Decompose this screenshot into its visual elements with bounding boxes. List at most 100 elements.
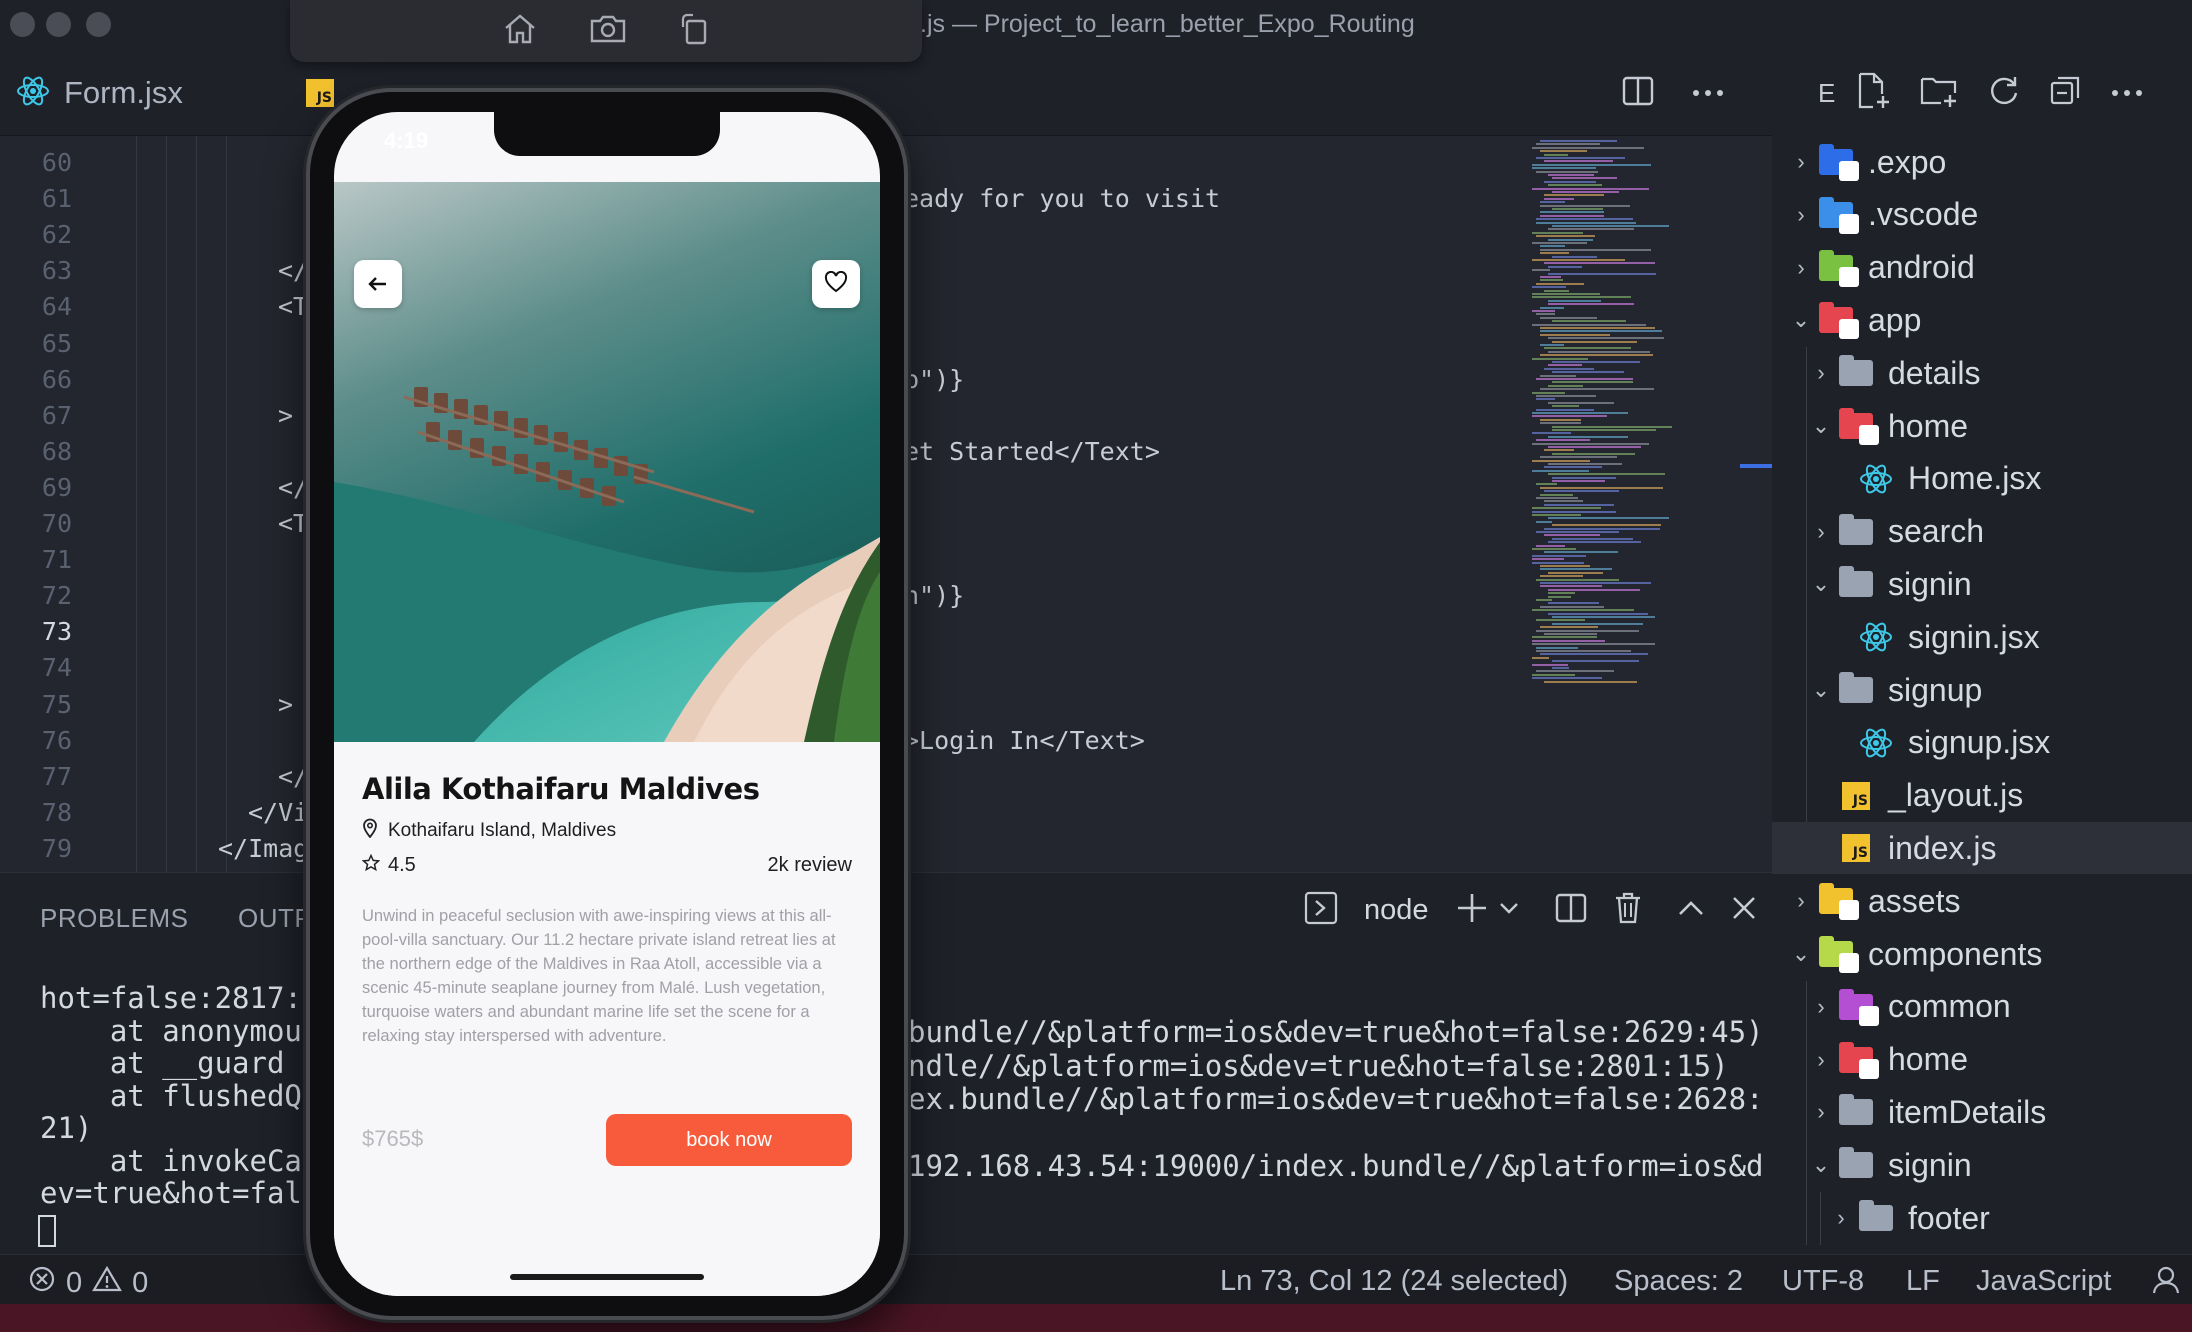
new-terminal-icon[interactable] xyxy=(1455,891,1489,930)
js-file-icon: JS xyxy=(1836,831,1876,865)
tree-item[interactable]: ⌄ home xyxy=(1772,400,2192,452)
screenshot-icon[interactable] xyxy=(589,14,627,49)
collapse-all-icon[interactable] xyxy=(2049,74,2083,113)
tree-item[interactable]: JS _layout.js xyxy=(1772,770,2192,822)
code-fragment: </Vi xyxy=(248,797,309,827)
terminal-line: ev=true&hot=fals xyxy=(40,1176,320,1210)
react-icon xyxy=(16,74,50,113)
minimap-line xyxy=(1540,575,1583,578)
terminal-name[interactable]: node xyxy=(1364,894,1429,927)
minimap-line xyxy=(1544,347,1631,350)
close-window-button[interactable] xyxy=(10,12,35,37)
minimize-window-button[interactable] xyxy=(46,12,71,37)
tree-item[interactable]: › footer xyxy=(1772,1192,2192,1244)
minimap[interactable] xyxy=(1532,136,1742,696)
new-file-icon[interactable] xyxy=(1855,72,1891,115)
tree-item[interactable]: ⌄ app xyxy=(1772,294,2192,346)
minimap-line xyxy=(1532,677,1602,680)
more-actions-icon[interactable] xyxy=(1692,84,1724,102)
minimap-line xyxy=(1544,197,1574,200)
line-number-gutter: 60 61 62 63 64 65 66 67 68 69 70 71 72 73 74 75 76 77 78 79 xyxy=(0,136,120,872)
tree-item[interactable]: › search xyxy=(1772,506,2192,558)
code-fragment: </ xyxy=(278,761,309,791)
tab-problems[interactable]: PROBLEMS xyxy=(40,903,189,934)
minimap-line xyxy=(1544,160,1613,163)
indentation[interactable]: Spaces: 2 xyxy=(1614,1265,1743,1298)
minimap-line xyxy=(1536,235,1595,238)
phone-notch xyxy=(494,112,720,156)
new-folder-icon[interactable] xyxy=(1919,73,1959,114)
tree-item[interactable]: › common xyxy=(1772,981,2192,1033)
tree-item[interactable]: signin.jsx xyxy=(1772,611,2192,663)
minimap-line xyxy=(1544,194,1604,197)
tree-item[interactable]: ⌄ signup xyxy=(1772,664,2192,716)
minimap-line xyxy=(1544,466,1602,469)
tree-item[interactable]: signup.jsx xyxy=(1772,717,2192,769)
minimap-line xyxy=(1548,602,1599,605)
minimap-line xyxy=(1540,354,1653,357)
vscode-folder-icon xyxy=(1816,196,1859,234)
tab-output[interactable]: OUTP xyxy=(238,903,312,934)
tree-item[interactable]: ⌄ signin xyxy=(1772,558,2192,610)
home-indicator[interactable] xyxy=(510,1274,704,1280)
refresh-icon[interactable] xyxy=(1987,74,2021,113)
folder-icon xyxy=(1836,513,1876,549)
tree-item[interactable]: › itemDetails xyxy=(1772,1086,2192,1138)
minimap-line xyxy=(1536,650,1631,652)
terminal-line: bundle//&platform=ios&dev=true&hot=false… xyxy=(908,1015,1764,1049)
tree-item-label: android xyxy=(1868,249,1975,286)
trash-icon[interactable] xyxy=(1613,891,1643,930)
line-ending[interactable]: LF xyxy=(1906,1265,1940,1298)
book-now-button[interactable]: book now xyxy=(606,1114,852,1166)
more-actions-icon[interactable] xyxy=(2111,84,2143,102)
minimap-line xyxy=(1548,265,1582,268)
folder-open-icon xyxy=(1836,1147,1876,1182)
error-icon xyxy=(28,1265,56,1301)
tree-item[interactable]: › home xyxy=(1772,1034,2192,1086)
chevron-right-icon: › xyxy=(1837,1205,1845,1230)
js-file-icon: JS xyxy=(306,79,334,107)
minimap-line xyxy=(1532,554,1586,557)
indent-guide xyxy=(196,136,197,872)
rotate-icon[interactable] xyxy=(679,13,709,50)
minimap-line xyxy=(1540,276,1561,278)
favorite-button[interactable] xyxy=(812,260,860,308)
minimap-line xyxy=(1552,320,1626,323)
react-icon xyxy=(1856,726,1896,760)
minimap-line xyxy=(1540,252,1569,255)
language-mode[interactable]: JavaScript xyxy=(1976,1265,2111,1298)
tree-item[interactable]: ⌄ signin xyxy=(1772,1139,2192,1191)
close-panel-icon[interactable] xyxy=(1731,895,1757,926)
tree-item[interactable]: › android xyxy=(1772,242,2192,294)
minimap-line xyxy=(1536,143,1600,146)
cursor-position[interactable]: Ln 73, Col 12 (24 selected) xyxy=(1220,1265,1568,1298)
tree-item[interactable]: › assets xyxy=(1772,875,2192,927)
tree-item[interactable]: › .expo xyxy=(1772,136,2192,188)
split-terminal-icon[interactable] xyxy=(1555,892,1587,929)
maximize-panel-icon[interactable] xyxy=(1677,899,1705,922)
tree-item[interactable]: › .vscode xyxy=(1772,189,2192,241)
home-icon[interactable] xyxy=(503,13,537,50)
tree-item-label: signin xyxy=(1888,565,1972,602)
folder-open-icon xyxy=(1836,566,1876,601)
tree-item[interactable]: ⌄ components xyxy=(1772,928,2192,980)
back-button[interactable] xyxy=(354,260,402,308)
file-explorer: E › .expo › .vscode › android ⌄ app › details ⌄ hom… xyxy=(1772,50,2192,1254)
split-editor-icon[interactable] xyxy=(1622,75,1654,112)
scrollbar-thumb[interactable] xyxy=(1740,464,1772,468)
encoding[interactable]: UTF-8 xyxy=(1782,1265,1864,1298)
terminal-line: hot=false:2817:4 xyxy=(40,981,320,1015)
tree-item[interactable]: Home.jsx xyxy=(1772,453,2192,505)
maximize-window-button[interactable] xyxy=(86,12,111,37)
account-icon[interactable] xyxy=(2152,1265,2184,1303)
line-number: 71 xyxy=(41,545,72,575)
code-fragment: </ xyxy=(278,256,309,286)
hotel-photo xyxy=(334,182,880,742)
tree-item[interactable]: JS index.js xyxy=(1772,822,2192,875)
tab-form-jsx[interactable]: Form.jsx xyxy=(0,50,300,136)
minimap-line xyxy=(1536,629,1639,632)
minimap-line xyxy=(1552,381,1633,384)
tree-item[interactable]: › details xyxy=(1772,347,2192,399)
problems-indicator[interactable]: 0 0 xyxy=(28,1265,148,1301)
chevron-down-icon[interactable] xyxy=(1499,901,1519,920)
